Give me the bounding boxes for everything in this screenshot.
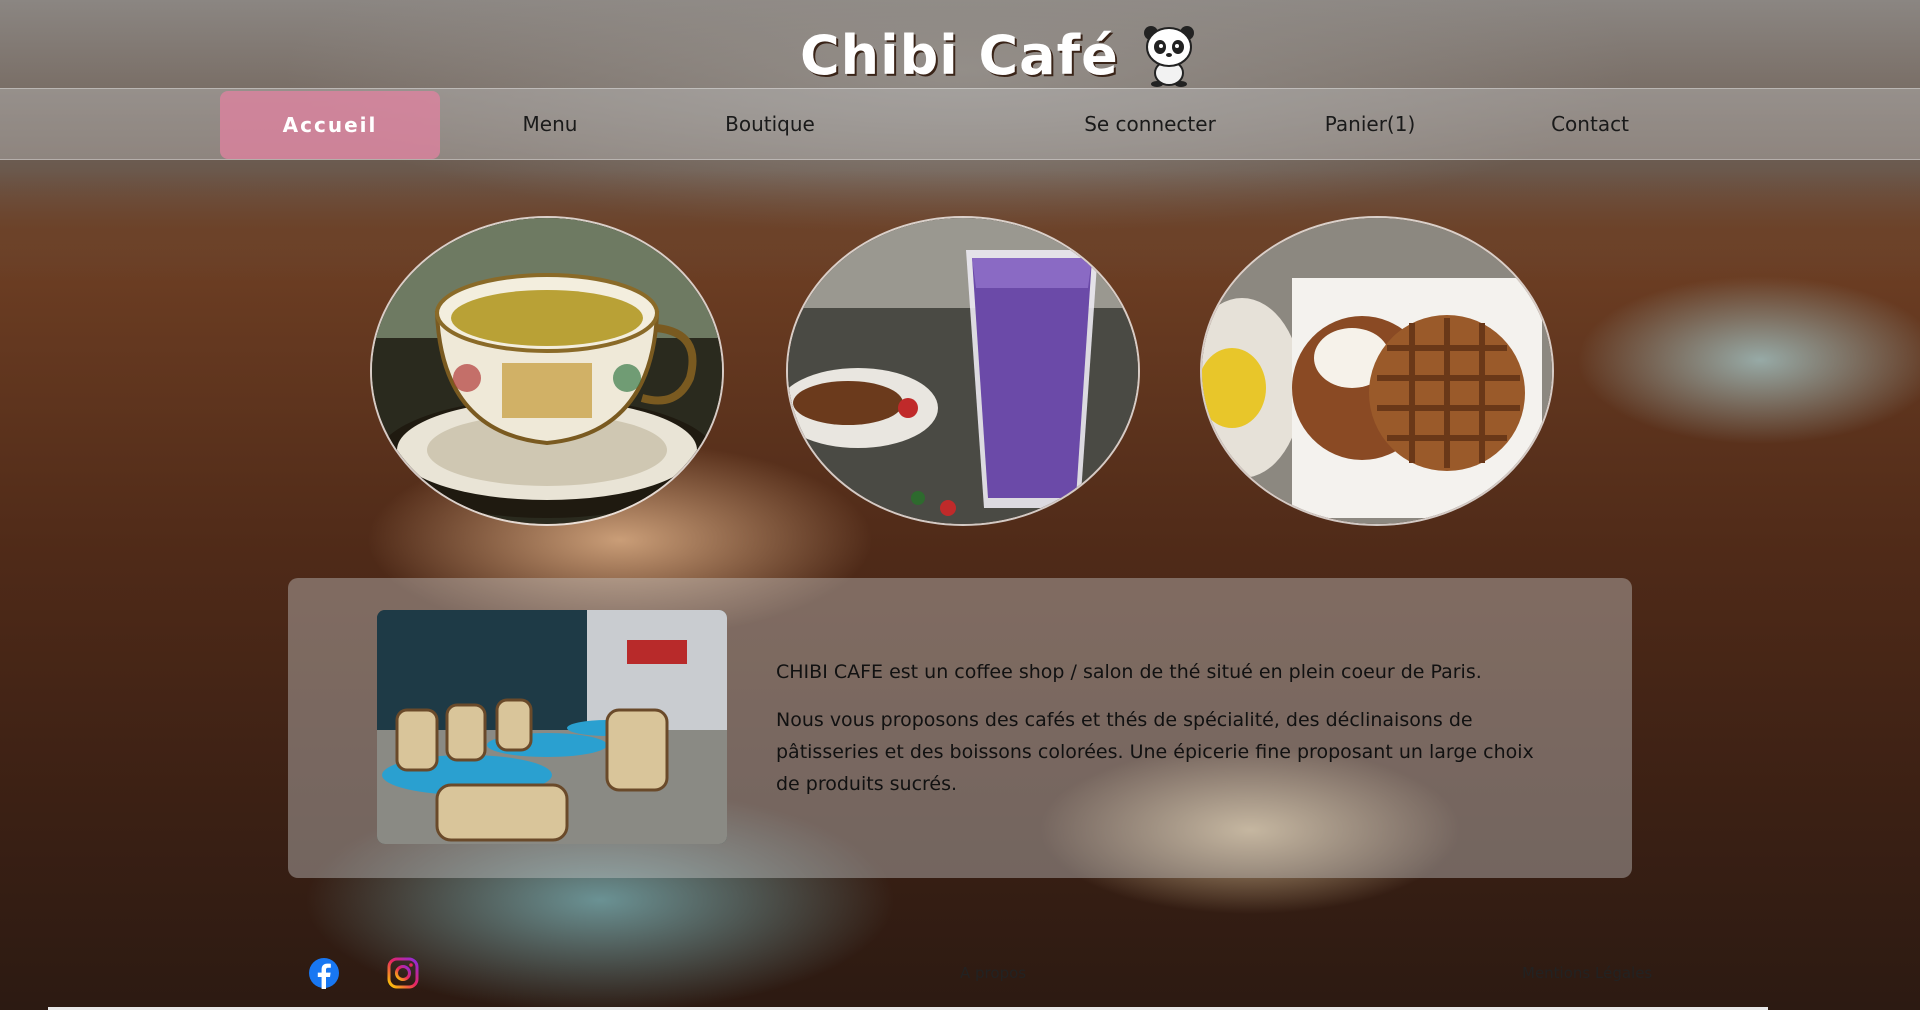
intro-paragraph-2: Nous vous proposons des cafés et thés de… [776, 709, 1534, 795]
nav-menu[interactable]: Menu [440, 89, 660, 159]
instagram-icon[interactable] [387, 957, 419, 989]
purple-smoothie-image [786, 216, 1140, 526]
facebook-icon[interactable] [308, 957, 340, 989]
nav-se-connecter[interactable]: Se connecter [1040, 89, 1260, 159]
intro-text: CHIBI CAFE est un coffee shop / salon de… [776, 656, 1556, 816]
nav-boutique[interactable]: Boutique [660, 89, 880, 159]
nav-contact[interactable]: Contact [1480, 89, 1700, 159]
panda-mascot-icon [1141, 23, 1197, 87]
footer-legal-link[interactable]: Mentions Légales [1522, 964, 1652, 982]
site-logo[interactable]: Chibi Café [800, 18, 1197, 92]
nav-panier[interactable]: Panier(1) [1260, 89, 1480, 159]
waffle-pastry-image [1200, 216, 1554, 526]
tea-cup-image [370, 216, 724, 526]
intro-paragraph-1: CHIBI CAFE est un coffee shop / salon de… [776, 661, 1482, 683]
nav-accueil[interactable]: Accueil [220, 91, 440, 159]
intro-panel: CHIBI CAFE est un coffee shop / salon de… [288, 578, 1632, 878]
main-navigation: Accueil Menu Boutique Se connecter Panie… [0, 88, 1920, 160]
paris-cafe-terrace-image [377, 610, 727, 844]
footer-about-link[interactable]: A propos [960, 964, 1026, 982]
site-title: Chibi Café [800, 23, 1119, 87]
